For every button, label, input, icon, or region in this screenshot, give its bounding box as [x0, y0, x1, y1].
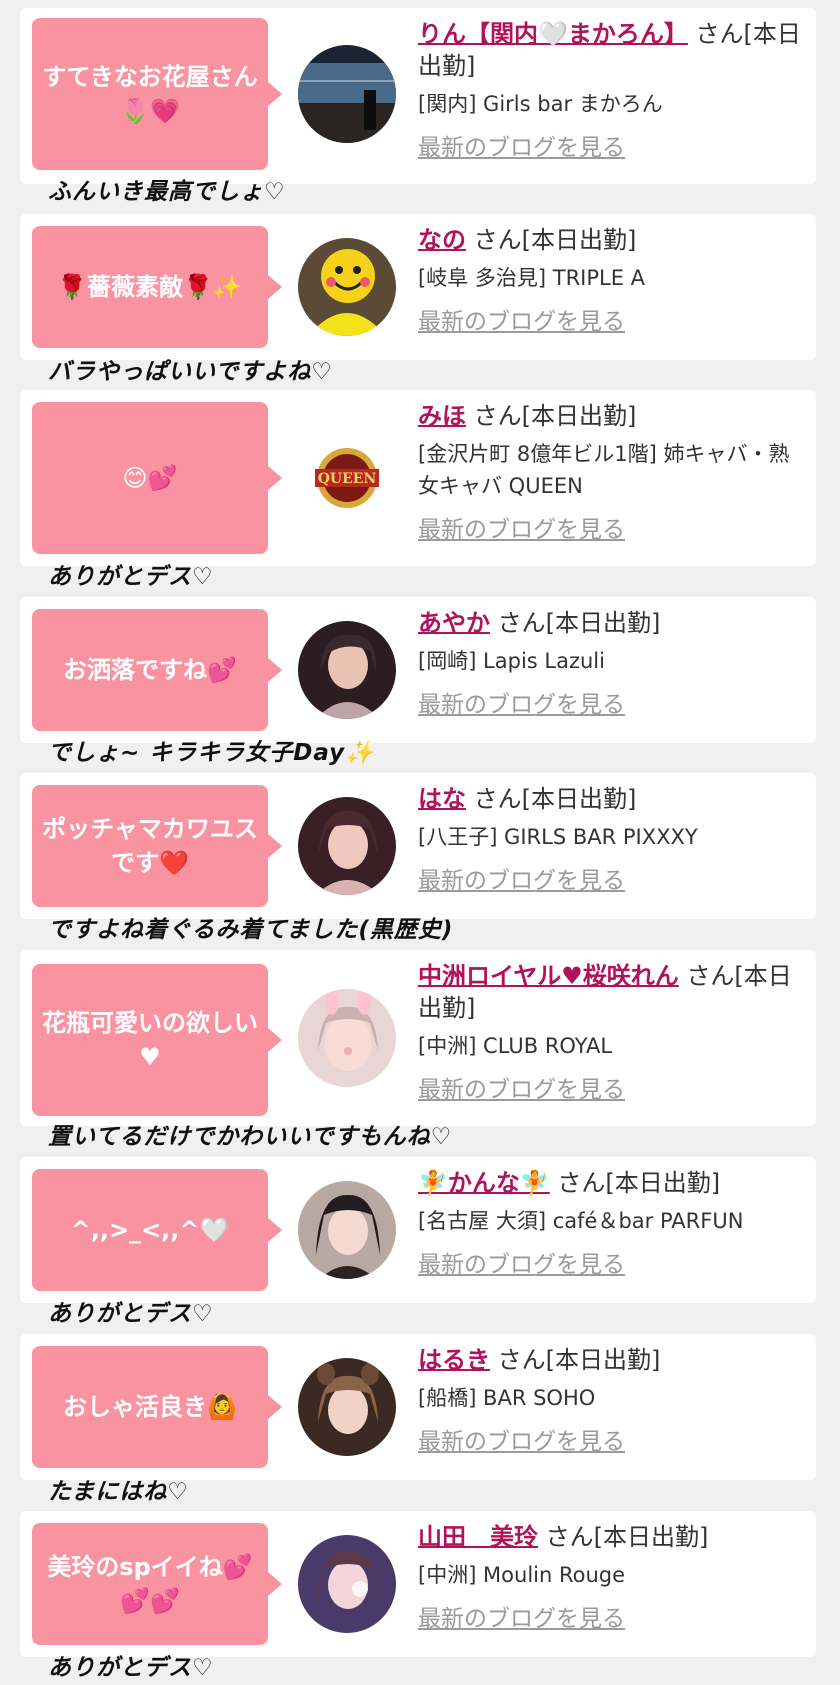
cast-name-line: はるき さん[本日出勤]: [418, 1344, 806, 1376]
cast-name-link[interactable]: 🧚かんな🧚: [418, 1169, 550, 1197]
comment-bubble: お洒落ですね💕: [32, 609, 282, 731]
cast-name-link[interactable]: みほ: [418, 402, 466, 430]
cast-name-line: はな さん[本日出勤]: [418, 783, 806, 815]
comment-bubble: 花瓶可愛いの欲しい♥: [32, 964, 282, 1116]
cast-name-line: あやか さん[本日出勤]: [418, 607, 806, 639]
shop-info: [名古屋 大須] café＆bar PARFUN: [418, 1209, 744, 1233]
comment-card: 花瓶可愛いの欲しい♥ 中洲ロイヤル♥桜咲れん さん[本日出勤] [中洲] CLU…: [20, 950, 816, 1126]
comment-bubble: 美玲のspイイね💕💕💕: [32, 1523, 282, 1645]
shop-info: [船橋] BAR SOHO: [418, 1386, 596, 1410]
comment-card: 😊💕 QUEEN みほ さん[本日出勤] [金沢片町 8億年ビル1階] 姉キャバ…: [20, 390, 816, 566]
cast-status: さん[本日出勤]: [545, 1523, 709, 1551]
cast-status: さん[本日出勤]: [473, 785, 637, 813]
comment-bubble: ^,,>_<,,^🤍: [32, 1169, 282, 1291]
cast-name-link[interactable]: あやか: [418, 609, 490, 637]
comment-card: 🌹薔薇素敵🌹✨ なの さん[本日出勤] [岐阜 多治見] TRIPLE A 最新…: [20, 214, 816, 360]
shop-info: [金沢片町 8億年ビル1階] 姉キャバ・熟女キャバ QUEEN: [418, 442, 790, 498]
cast-name-link[interactable]: 中洲ロイヤル♥桜咲れん: [418, 962, 679, 990]
comment-card: 美玲のspイイね💕💕💕 山田 美玲 さん[本日出勤] [中洲] Moulin R…: [20, 1511, 816, 1657]
comment-bubble: すてきなお花屋さん🌷💗: [32, 18, 282, 170]
handwritten-reply: 置いてるだけでかわいいですもんね♡: [48, 1124, 453, 1150]
handwritten-reply: たまにはね♡: [48, 1479, 189, 1505]
handwritten-reply: バラやっぱいいですよね♡: [48, 359, 333, 385]
cast-status: さん[本日出勤]: [497, 1346, 661, 1374]
shop-info: [岡崎] Lapis Lazuli: [418, 649, 605, 673]
comment-card: おしゃ活良き🙆 はるき さん[本日出勤] [船橋] BAR SOHO 最新のブロ…: [20, 1334, 816, 1480]
comment-bubble: ポッチャマカワユスです❤️: [32, 785, 282, 907]
cast-status: さん[本日出勤]: [557, 1169, 721, 1197]
svg-text:QUEEN: QUEEN: [318, 471, 377, 487]
shop-info: [中洲] Moulin Rouge: [418, 1563, 626, 1587]
latest-blog-link[interactable]: 最新のブログを見る: [418, 128, 625, 162]
cast-name-link[interactable]: はな: [418, 785, 466, 813]
latest-blog-link[interactable]: 最新のブログを見る: [418, 1422, 625, 1456]
shop-info: [八王子] GIRLS BAR PIXXXY: [418, 825, 698, 849]
latest-blog-link[interactable]: 最新のブログを見る: [418, 302, 625, 336]
portrait-avatar-icon[interactable]: [298, 1181, 396, 1279]
cast-name-line: 中洲ロイヤル♥桜咲れん さん[本日出勤]: [418, 960, 806, 1024]
latest-blog-link[interactable]: 最新のブログを見る: [418, 1245, 625, 1279]
latest-blog-link[interactable]: 最新のブログを見る: [418, 685, 625, 719]
latest-blog-link[interactable]: 最新のブログを見る: [418, 1070, 625, 1104]
shop-info: [岐阜 多治見] TRIPLE A: [418, 266, 646, 290]
handwritten-reply: ありがとデス♡: [48, 1655, 214, 1681]
night-window-avatar-icon[interactable]: [298, 45, 396, 143]
cast-name-line: りん【関内🤍まかろん】 さん[本日出勤]: [418, 18, 806, 82]
cast-status: さん[本日出勤]: [473, 402, 637, 430]
portrait-avatar-icon[interactable]: [298, 1535, 396, 1633]
smiley-face-avatar-icon[interactable]: [298, 238, 396, 336]
cast-status: さん[本日出勤]: [497, 609, 661, 637]
handwritten-reply: ですよね着ぐるみ着てました(黒歴史): [48, 917, 454, 943]
cast-name-link[interactable]: 山田 美玲: [418, 1523, 538, 1551]
handwritten-reply: ふんいき最高でしょ♡: [48, 179, 286, 205]
cast-name-line: なの さん[本日出勤]: [418, 224, 806, 256]
shop-info: [関内] Girls bar まかろん: [418, 92, 663, 116]
portrait-avatar-icon[interactable]: [298, 621, 396, 719]
portrait-avatar-icon[interactable]: [298, 1358, 396, 1456]
shop-info: [中洲] CLUB ROYAL: [418, 1034, 613, 1058]
comment-card: すてきなお花屋さん🌷💗 りん【関内🤍まかろん】 さん[本日出勤] [関内] Gi…: [20, 8, 816, 184]
portrait-avatar-icon[interactable]: [298, 797, 396, 895]
comment-bubble: 😊💕: [32, 402, 282, 554]
comment-card: ^,,>_<,,^🤍 🧚かんな🧚 さん[本日出勤] [名古屋 大須] café＆…: [20, 1157, 816, 1303]
latest-blog-link[interactable]: 最新のブログを見る: [418, 510, 625, 544]
cast-name-line: 🧚かんな🧚 さん[本日出勤]: [418, 1167, 806, 1199]
handwritten-reply: でしょ~ キラキラ女子Day✨: [48, 740, 375, 766]
handwritten-reply: ありがとデス♡: [48, 1301, 214, 1327]
cast-name-line: みほ さん[本日出勤]: [418, 400, 806, 432]
bunny-filter-avatar-icon[interactable]: [298, 989, 396, 1087]
queen-logo-icon[interactable]: QUEEN: [298, 429, 396, 527]
cast-name-link[interactable]: りん【関内🤍まかろん】: [418, 20, 688, 48]
comment-bubble: おしゃ活良き🙆: [32, 1346, 282, 1468]
cast-name-link[interactable]: なの: [418, 226, 466, 254]
comment-bubble: 🌹薔薇素敵🌹✨: [32, 226, 282, 348]
latest-blog-link[interactable]: 最新のブログを見る: [418, 1599, 625, 1633]
comment-card: お洒落ですね💕 あやか さん[本日出勤] [岡崎] Lapis Lazuli 最…: [20, 597, 816, 743]
cast-name-line: 山田 美玲 さん[本日出勤]: [418, 1521, 806, 1553]
comment-card: ポッチャマカワユスです❤️ はな さん[本日出勤] [八王子] GIRLS BA…: [20, 773, 816, 919]
latest-blog-link[interactable]: 最新のブログを見る: [418, 861, 625, 895]
handwritten-reply: ありがとデス♡: [48, 564, 214, 590]
cast-name-link[interactable]: はるき: [418, 1346, 490, 1374]
cast-status: さん[本日出勤]: [473, 226, 637, 254]
